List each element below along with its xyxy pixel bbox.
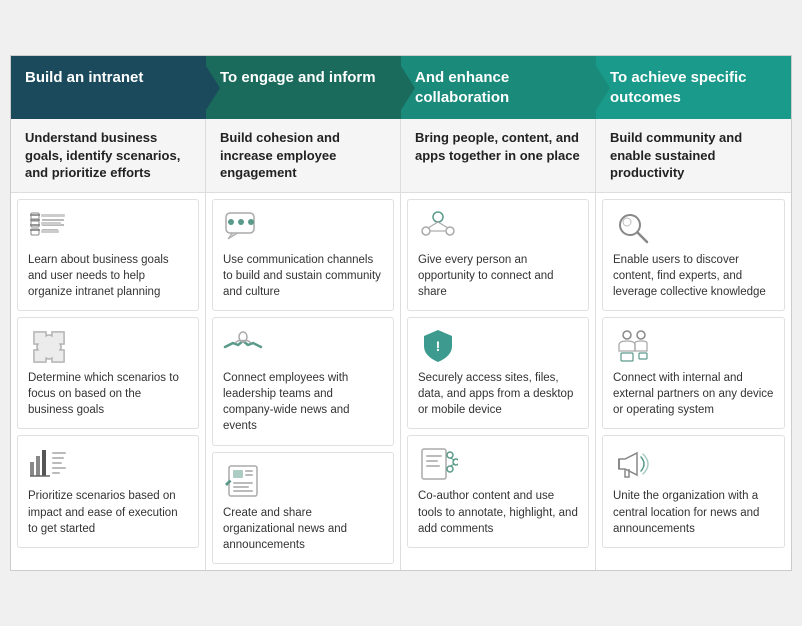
card-2-3: Create and share organizational news and… [212, 452, 394, 564]
megaphone-icon [613, 446, 653, 482]
card-1-3: Prioritize scenarios based on impact and… [17, 435, 199, 547]
card-3-2: ! Securely access sites, files, data, an… [407, 317, 589, 429]
card-3-1: Give every person an opportunity to conn… [407, 199, 589, 311]
card-3-3: Co-author content and use tools to annot… [407, 435, 589, 547]
search-magnify-icon [613, 210, 653, 246]
subheader-cell-2: Build cohesion and increase employee eng… [206, 119, 401, 192]
card-4-2-text: Connect with internal and external partn… [613, 370, 774, 418]
svg-text:!: ! [436, 338, 441, 354]
chat-icon [223, 210, 263, 246]
card-1-3-text: Prioritize scenarios based on impact and… [28, 488, 188, 536]
card-4-3: Unite the organization with a central lo… [602, 435, 785, 547]
content-col-4: Enable users to discover content, find e… [596, 193, 791, 570]
card-2-2: Connect employees with leadership teams … [212, 317, 394, 445]
devices-icon [613, 328, 653, 364]
card-3-2-text: Securely access sites, files, data, and … [418, 370, 578, 418]
subheader-cell-4: Build community and enable sustained pro… [596, 119, 791, 192]
main-container: Build an intranet To engage and inform A… [10, 55, 792, 571]
header-cell-1: Build an intranet [11, 56, 206, 119]
card-2-1: Use communication channels to build and … [212, 199, 394, 311]
card-4-2: Connect with internal and external partn… [602, 317, 785, 429]
list-icon [28, 210, 68, 246]
subheader-cell-1: Understand business goals, identify scen… [11, 119, 206, 192]
coauthor-icon [418, 446, 458, 482]
handshake-icon [223, 328, 263, 364]
header-cell-3: And enhance collaboration [401, 56, 596, 119]
card-2-1-text: Use communication channels to build and … [223, 252, 383, 300]
header-label-1: Build an intranet [25, 68, 143, 88]
puzzle-icon [28, 328, 68, 364]
card-1-1: Learn about business goals and user need… [17, 199, 199, 311]
content-col-2: Use communication channels to build and … [206, 193, 401, 570]
card-1-2-text: Determine which scenarios to focus on ba… [28, 370, 188, 418]
card-3-3-text: Co-author content and use tools to annot… [418, 488, 578, 536]
card-1-1-text: Learn about business goals and user need… [28, 252, 188, 300]
content-col-3: Give every person an opportunity to conn… [401, 193, 596, 570]
subheader-row: Understand business goals, identify scen… [11, 119, 791, 193]
subheader-cell-3: Bring people, content, and apps together… [401, 119, 596, 192]
card-1-2: Determine which scenarios to focus on ba… [17, 317, 199, 429]
shield-icon: ! [418, 328, 458, 364]
card-4-3-text: Unite the organization with a central lo… [613, 488, 774, 536]
header-label-4: To achieve specific outcomes [610, 68, 777, 107]
header-label-3: And enhance collaboration [415, 68, 582, 107]
header-cell-2: To engage and inform [206, 56, 401, 119]
card-4-1: Enable users to discover content, find e… [602, 199, 785, 311]
card-2-2-text: Connect employees with leadership teams … [223, 370, 383, 434]
card-2-3-text: Create and share organizational news and… [223, 505, 383, 553]
people-icon [418, 210, 458, 246]
header-label-2: To engage and inform [220, 68, 376, 88]
header-row: Build an intranet To engage and inform A… [11, 56, 791, 119]
news-icon [223, 463, 263, 499]
card-3-1-text: Give every person an opportunity to conn… [418, 252, 578, 300]
card-4-1-text: Enable users to discover content, find e… [613, 252, 774, 300]
chart-icon [28, 446, 68, 482]
content-col-1: Learn about business goals and user need… [11, 193, 206, 570]
header-cell-4: To achieve specific outcomes [596, 56, 791, 119]
content-row: Learn about business goals and user need… [11, 193, 791, 570]
